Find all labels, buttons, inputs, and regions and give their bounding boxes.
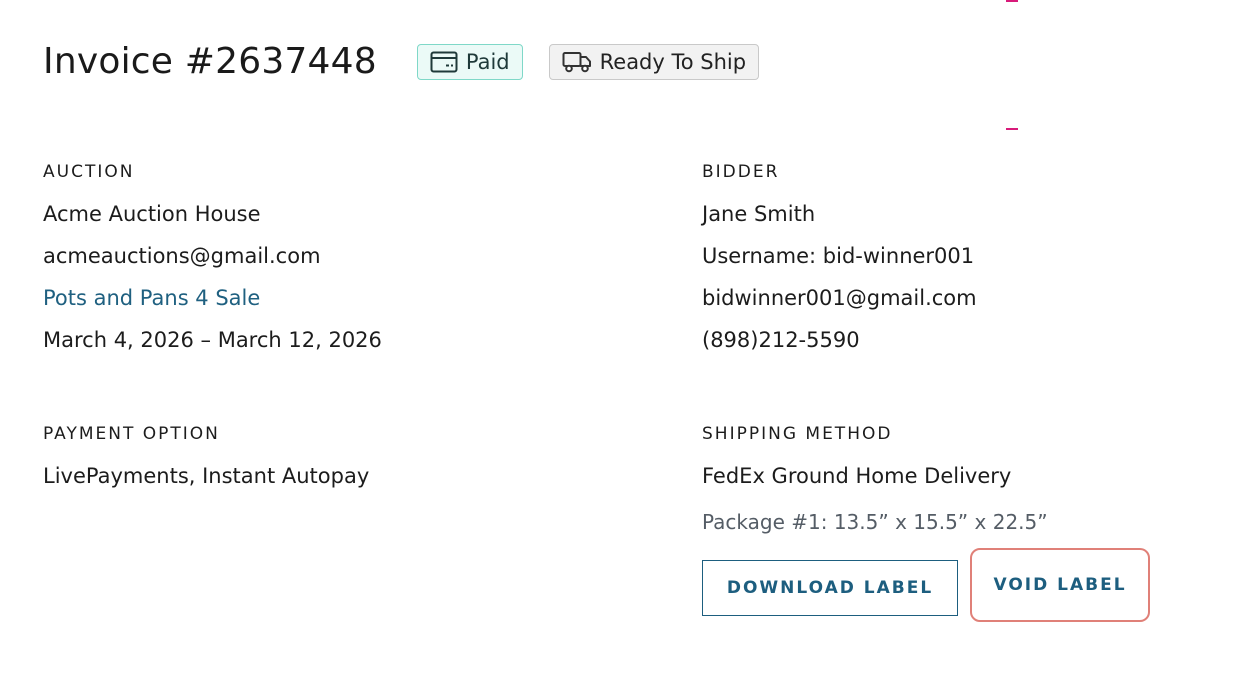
package-dimensions: Package #1: 13.5” x 15.5” x 22.5” xyxy=(702,510,1048,534)
shipping-method: FedEx Ground Home Delivery xyxy=(702,464,1012,488)
credit-card-icon xyxy=(430,51,458,73)
download-label-button[interactable]: DOWNLOAD LABEL xyxy=(702,560,958,616)
bidder-heading: BIDDER xyxy=(702,162,780,182)
invoice-header: Invoice #2637448 Paid Ready To Ship xyxy=(43,40,760,84)
shipping-section: SHIPPING METHOD FedEx Ground Home Delive… xyxy=(702,423,1048,543)
bidder-email: bidwinner001@gmail.com xyxy=(702,286,977,310)
shipping-heading: SHIPPING METHOD xyxy=(702,424,893,444)
void-label-button[interactable]: VOID LABEL xyxy=(976,554,1144,616)
decorative-tick xyxy=(1006,128,1018,130)
invoice-title: Invoice #2637448 xyxy=(43,41,377,82)
void-label-highlight: VOID LABEL xyxy=(970,548,1150,622)
paid-badge-label: Paid xyxy=(465,50,510,74)
ready-to-ship-label: Ready To Ship xyxy=(599,50,747,74)
payment-heading: PAYMENT OPTION xyxy=(43,424,220,444)
auction-sale-link[interactable]: Pots and Pans 4 Sale xyxy=(43,286,260,310)
bidder-username: Username: bid-winner001 xyxy=(702,244,975,268)
bidder-name: Jane Smith xyxy=(702,202,816,226)
bidder-section: BIDDER Jane Smith Username: bid-winner00… xyxy=(702,161,977,361)
label-actions: DOWNLOAD LABEL VOID LABEL xyxy=(702,548,1150,622)
decorative-tick xyxy=(1006,0,1018,2)
bidder-phone: (898)212-5590 xyxy=(702,328,860,352)
auction-heading: AUCTION xyxy=(43,162,135,182)
truck-icon xyxy=(562,51,592,73)
payment-section: PAYMENT OPTION LivePayments, Instant Aut… xyxy=(43,423,369,497)
ready-to-ship-badge: Ready To Ship xyxy=(548,44,760,80)
auction-house-name: Acme Auction House xyxy=(43,202,261,226)
auction-section: AUCTION Acme Auction House acmeauctions@… xyxy=(43,161,382,361)
auction-email: acmeauctions@gmail.com xyxy=(43,244,321,268)
invoice-page: Invoice #2637448 Paid Ready To Ship AUCT… xyxy=(0,0,1260,700)
payment-value: LivePayments, Instant Autopay xyxy=(43,464,370,488)
paid-badge: Paid xyxy=(416,44,523,80)
auction-dates: March 4, 2026 – March 12, 2026 xyxy=(43,328,382,352)
